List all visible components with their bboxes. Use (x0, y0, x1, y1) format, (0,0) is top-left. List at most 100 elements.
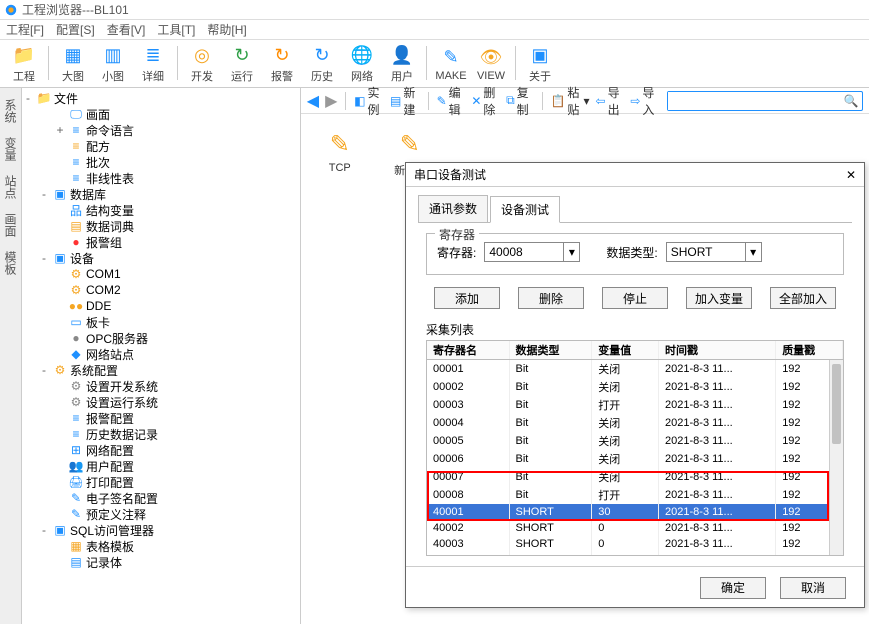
tool-view[interactable]: 👁VIEW (471, 42, 511, 86)
tool-about[interactable]: ▣关于 (520, 42, 560, 86)
col-header[interactable]: 寄存器名 (427, 341, 509, 360)
menu-item[interactable]: 配置[S] (56, 21, 95, 38)
tree-root[interactable]: -📁文件 (22, 90, 300, 106)
tree-item[interactable]: -⚙系统配置 (38, 362, 300, 378)
tree-item[interactable]: +≡命令语言 (38, 122, 300, 138)
tree-item[interactable]: ●报警组 (38, 234, 300, 250)
tool-detail[interactable]: ≣详细 (133, 42, 173, 86)
dialog-titlebar[interactable]: 串口设备测试 ✕ (406, 163, 864, 187)
tree-item[interactable]: ✎电子签名配置 (38, 490, 300, 506)
datatype-input[interactable] (667, 243, 745, 261)
stb-edit[interactable]: ✎编辑 (437, 84, 466, 118)
datatype-combo[interactable]: ▾ (666, 242, 762, 262)
twist-icon[interactable]: + (54, 123, 66, 137)
table-row[interactable]: 00002Bit关闭2021-8-3 11...192 (427, 378, 843, 396)
table-row[interactable]: 00006Bit关闭2021-8-3 11...192 (427, 450, 843, 468)
tree-item[interactable]: -▣设备 (38, 250, 300, 266)
tool-small[interactable]: ▥小图 (93, 42, 133, 86)
tool-run[interactable]: ↻运行 (222, 42, 262, 86)
chevron-down-icon[interactable]: ▾ (745, 243, 761, 261)
register-combo[interactable]: ▾ (484, 242, 580, 262)
tree-item[interactable]: ≡配方 (38, 138, 300, 154)
stb-delete[interactable]: ✕删除 (471, 84, 500, 118)
close-icon[interactable]: ✕ (846, 168, 856, 182)
tree-item[interactable]: ≡批次 (38, 154, 300, 170)
tree-item[interactable]: ▦表格模板 (38, 538, 300, 554)
stb-import[interactable]: ⇨导入 (630, 84, 659, 118)
tree-item[interactable]: ⚙设置开发系统 (38, 378, 300, 394)
stb-export[interactable]: ⇦导出 (596, 84, 625, 118)
tree-item[interactable]: ●●DDE (38, 298, 300, 314)
tool-history[interactable]: ↻历史 (302, 42, 342, 86)
sidetab[interactable]: 模板 (0, 244, 22, 282)
col-header[interactable]: 时间戳 (659, 341, 776, 360)
tree-item[interactable]: 🖨打印配置 (38, 474, 300, 490)
table-row[interactable]: 00003Bit打开2021-8-3 11...192 (427, 396, 843, 414)
tree-item[interactable]: ⊞网络配置 (38, 442, 300, 458)
table-row[interactable]: 00007Bit关闭2021-8-3 11...192 (427, 468, 843, 486)
dialog-tab[interactable]: 设备测试 (490, 196, 560, 223)
action-button[interactable]: 添加 (434, 287, 500, 309)
tree-item[interactable]: ▤记录体 (38, 554, 300, 570)
stb-paste[interactable]: 📋粘贴▾ (550, 84, 589, 118)
project-tree[interactable]: -📁文件🖵画面+≡命令语言≡配方≡批次≡非线性表-▣数据库品结构变量▤数据词典●… (22, 88, 301, 624)
nav-fwd-icon[interactable]: ▶ (325, 91, 337, 111)
action-button[interactable]: 加入变量 (686, 287, 752, 309)
tool-user[interactable]: 👤用户 (382, 42, 422, 86)
chevron-down-icon[interactable]: ▾ (584, 94, 590, 108)
table-row[interactable]: 00001Bit关闭2021-8-3 11...192 (427, 360, 843, 379)
tree-item[interactable]: ≡历史数据记录 (38, 426, 300, 442)
action-button[interactable]: 全部加入 (770, 287, 836, 309)
dialog-tab[interactable]: 通讯参数 (418, 195, 488, 222)
col-header[interactable]: 数据类型 (509, 341, 592, 360)
tool-project[interactable]: 📁工程 (4, 42, 44, 86)
tree-item[interactable]: ≡非线性表 (38, 170, 300, 186)
searchbox[interactable]: 🔍 (667, 91, 863, 111)
tree-item[interactable]: 👥用户配置 (38, 458, 300, 474)
tool-big[interactable]: ▦大图 (53, 42, 93, 86)
stb-new[interactable]: ▤新建 (390, 84, 420, 118)
twist-icon[interactable]: - (38, 187, 50, 201)
collect-table-wrap[interactable]: 寄存器名数据类型变量值时间戳质量戳 00001Bit关闭2021-8-3 11.… (426, 340, 844, 556)
search-input[interactable] (668, 92, 840, 110)
cancel-button[interactable]: 取消 (780, 577, 846, 599)
table-row[interactable]: 00004Bit关闭2021-8-3 11...192 (427, 414, 843, 432)
twist-icon[interactable]: - (38, 523, 50, 537)
file-item[interactable]: ✎TCP (315, 128, 365, 178)
tree-item[interactable]: ≡报警配置 (38, 410, 300, 426)
sidetab[interactable]: 变量 (0, 130, 22, 168)
register-input[interactable] (485, 243, 563, 261)
tree-item[interactable]: -▣数据库 (38, 186, 300, 202)
menu-item[interactable]: 帮助[H] (207, 21, 246, 38)
nav-back-icon[interactable]: ◀ (307, 91, 319, 111)
chevron-down-icon[interactable]: ▾ (563, 243, 579, 261)
twist-icon[interactable]: - (38, 251, 50, 265)
tree-item[interactable]: ●OPC服务器 (38, 330, 300, 346)
twist-icon[interactable]: - (22, 91, 34, 105)
scrollbar-thumb[interactable] (832, 364, 841, 444)
ok-button[interactable]: 确定 (700, 577, 766, 599)
sidetab[interactable]: 画面 (0, 206, 22, 244)
menu-item[interactable]: 工程[F] (6, 21, 44, 38)
table-row[interactable]: 40001SHORT302021-8-3 11...192 (427, 504, 843, 520)
search-icon[interactable]: 🔍 (840, 91, 862, 111)
tree-item[interactable]: 🖵画面 (38, 106, 300, 122)
tree-item[interactable]: 品结构变量 (38, 202, 300, 218)
sidetab[interactable]: 站点 (0, 168, 22, 206)
tree-item[interactable]: -▣SQL访问管理器 (38, 522, 300, 538)
sidetab[interactable]: 系统 (0, 92, 22, 130)
table-row[interactable]: 00005Bit关闭2021-8-3 11...192 (427, 432, 843, 450)
tree-item[interactable]: ▭板卡 (38, 314, 300, 330)
tool-make[interactable]: ✎MAKE (431, 42, 471, 86)
scrollbar-vertical[interactable] (829, 360, 843, 555)
table-row[interactable]: 00008Bit打开2021-8-3 11...192 (427, 486, 843, 504)
tree-item[interactable]: ◆网络站点 (38, 346, 300, 362)
menu-item[interactable]: 查看[V] (107, 21, 146, 38)
twist-icon[interactable]: - (38, 363, 50, 377)
tree-item[interactable]: ✎预定义注释 (38, 506, 300, 522)
tree-item[interactable]: ▤数据词典 (38, 218, 300, 234)
table-row[interactable]: 40002SHORT02021-8-3 11...192 (427, 520, 843, 536)
col-header[interactable]: 变量值 (592, 341, 659, 360)
tree-item[interactable]: ⚙COM1 (38, 266, 300, 282)
tool-dev[interactable]: ◎开发 (182, 42, 222, 86)
